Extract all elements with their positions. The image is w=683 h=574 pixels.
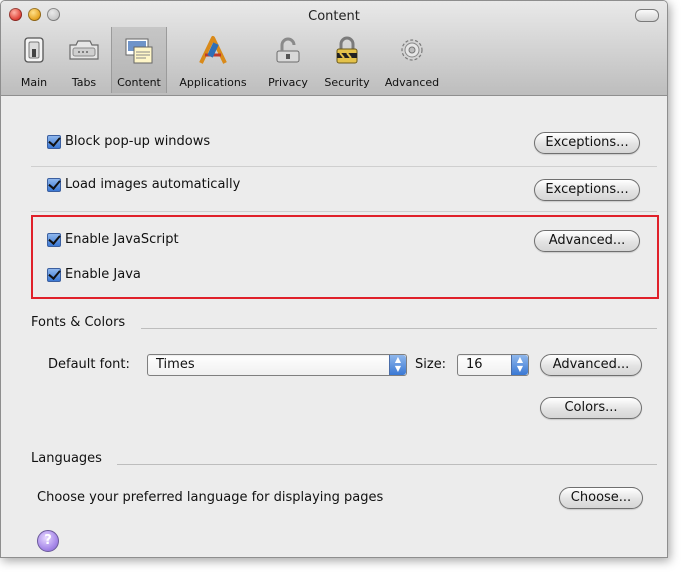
block-popups-label: Block pop-up windows	[65, 134, 211, 149]
content-icon	[125, 38, 153, 64]
toolbar-item-applications[interactable]: Applications	[171, 27, 255, 93]
window-title: Content	[308, 9, 360, 24]
switch-icon	[24, 37, 44, 63]
toolbar: Content Main Tabs Content Applications P…	[1, 1, 667, 96]
enable-java-checkbox[interactable]	[47, 267, 61, 282]
updown-arrows-icon: ▲ ▼	[511, 355, 528, 375]
tabs-icon	[69, 40, 99, 60]
default-font-label: Default font:	[48, 357, 130, 372]
preferences-window: Content Main Tabs Content Applications P…	[0, 0, 668, 558]
toolbar-toggle-button[interactable]	[635, 9, 659, 22]
enable-java-label: Enable Java	[65, 267, 141, 282]
size-label: Size:	[415, 357, 447, 372]
images-exceptions-button[interactable]: Exceptions...	[534, 179, 640, 201]
security-icon	[336, 36, 358, 64]
divider	[31, 211, 657, 212]
font-size-select[interactable]: 16 ▲ ▼	[457, 354, 529, 376]
block-popups-checkbox[interactable]	[47, 134, 61, 149]
toolbar-item-label: Tabs	[71, 76, 97, 89]
gear-icon	[401, 39, 423, 61]
toolbar-item-privacy[interactable]: Privacy	[261, 27, 315, 93]
load-images-label: Load images automatically	[65, 177, 241, 192]
fonts-colors-heading: Fonts & Colors	[31, 315, 126, 330]
updown-arrows-icon: ▲ ▼	[389, 355, 406, 375]
toolbar-item-label: Main	[20, 76, 48, 89]
privacy-icon	[276, 37, 300, 63]
popup-exceptions-button[interactable]: Exceptions...	[534, 132, 640, 154]
toolbar-item-advanced[interactable]: Advanced	[379, 27, 445, 93]
highlight-box	[31, 215, 659, 299]
load-images-checkbox[interactable]	[47, 177, 61, 192]
toolbar-item-label: Applications	[179, 76, 247, 89]
languages-description: Choose your preferred language for displ…	[37, 490, 384, 505]
default-font-select[interactable]: Times ▲ ▼	[147, 354, 407, 376]
help-button[interactable]: ?	[37, 530, 59, 552]
fonts-advanced-button[interactable]: Advanced...	[540, 354, 642, 376]
enable-javascript-label: Enable JavaScript	[65, 232, 179, 247]
toolbar-item-label: Content	[117, 76, 161, 89]
enable-javascript-checkbox[interactable]	[47, 232, 61, 247]
enable-java-row: Enable Java	[47, 267, 141, 282]
toolbar-item-main[interactable]: Main	[11, 27, 57, 93]
toolbar-item-security[interactable]: Security	[319, 27, 375, 93]
load-images-row: Load images automatically	[47, 177, 240, 192]
enable-javascript-row: Enable JavaScript	[47, 232, 179, 247]
divider	[31, 166, 657, 167]
colors-button[interactable]: Colors...	[540, 397, 642, 419]
toolbar-item-label: Privacy	[268, 76, 308, 89]
toolbar-item-tabs[interactable]: Tabs	[61, 27, 107, 93]
languages-heading: Languages	[31, 451, 102, 466]
toolbar-item-label: Advanced	[384, 76, 440, 89]
toolbar-item-label: Security	[324, 76, 370, 89]
section-divider	[141, 328, 657, 329]
applications-icon	[199, 36, 227, 64]
choose-language-button[interactable]: Choose...	[559, 487, 643, 509]
section-divider	[117, 464, 657, 465]
font-size-value: 16	[466, 357, 483, 372]
default-font-value: Times	[156, 357, 195, 372]
javascript-advanced-button[interactable]: Advanced...	[534, 230, 640, 252]
block-popups-row: Block pop-up windows	[47, 134, 210, 149]
toolbar-item-content[interactable]: Content	[111, 27, 167, 93]
